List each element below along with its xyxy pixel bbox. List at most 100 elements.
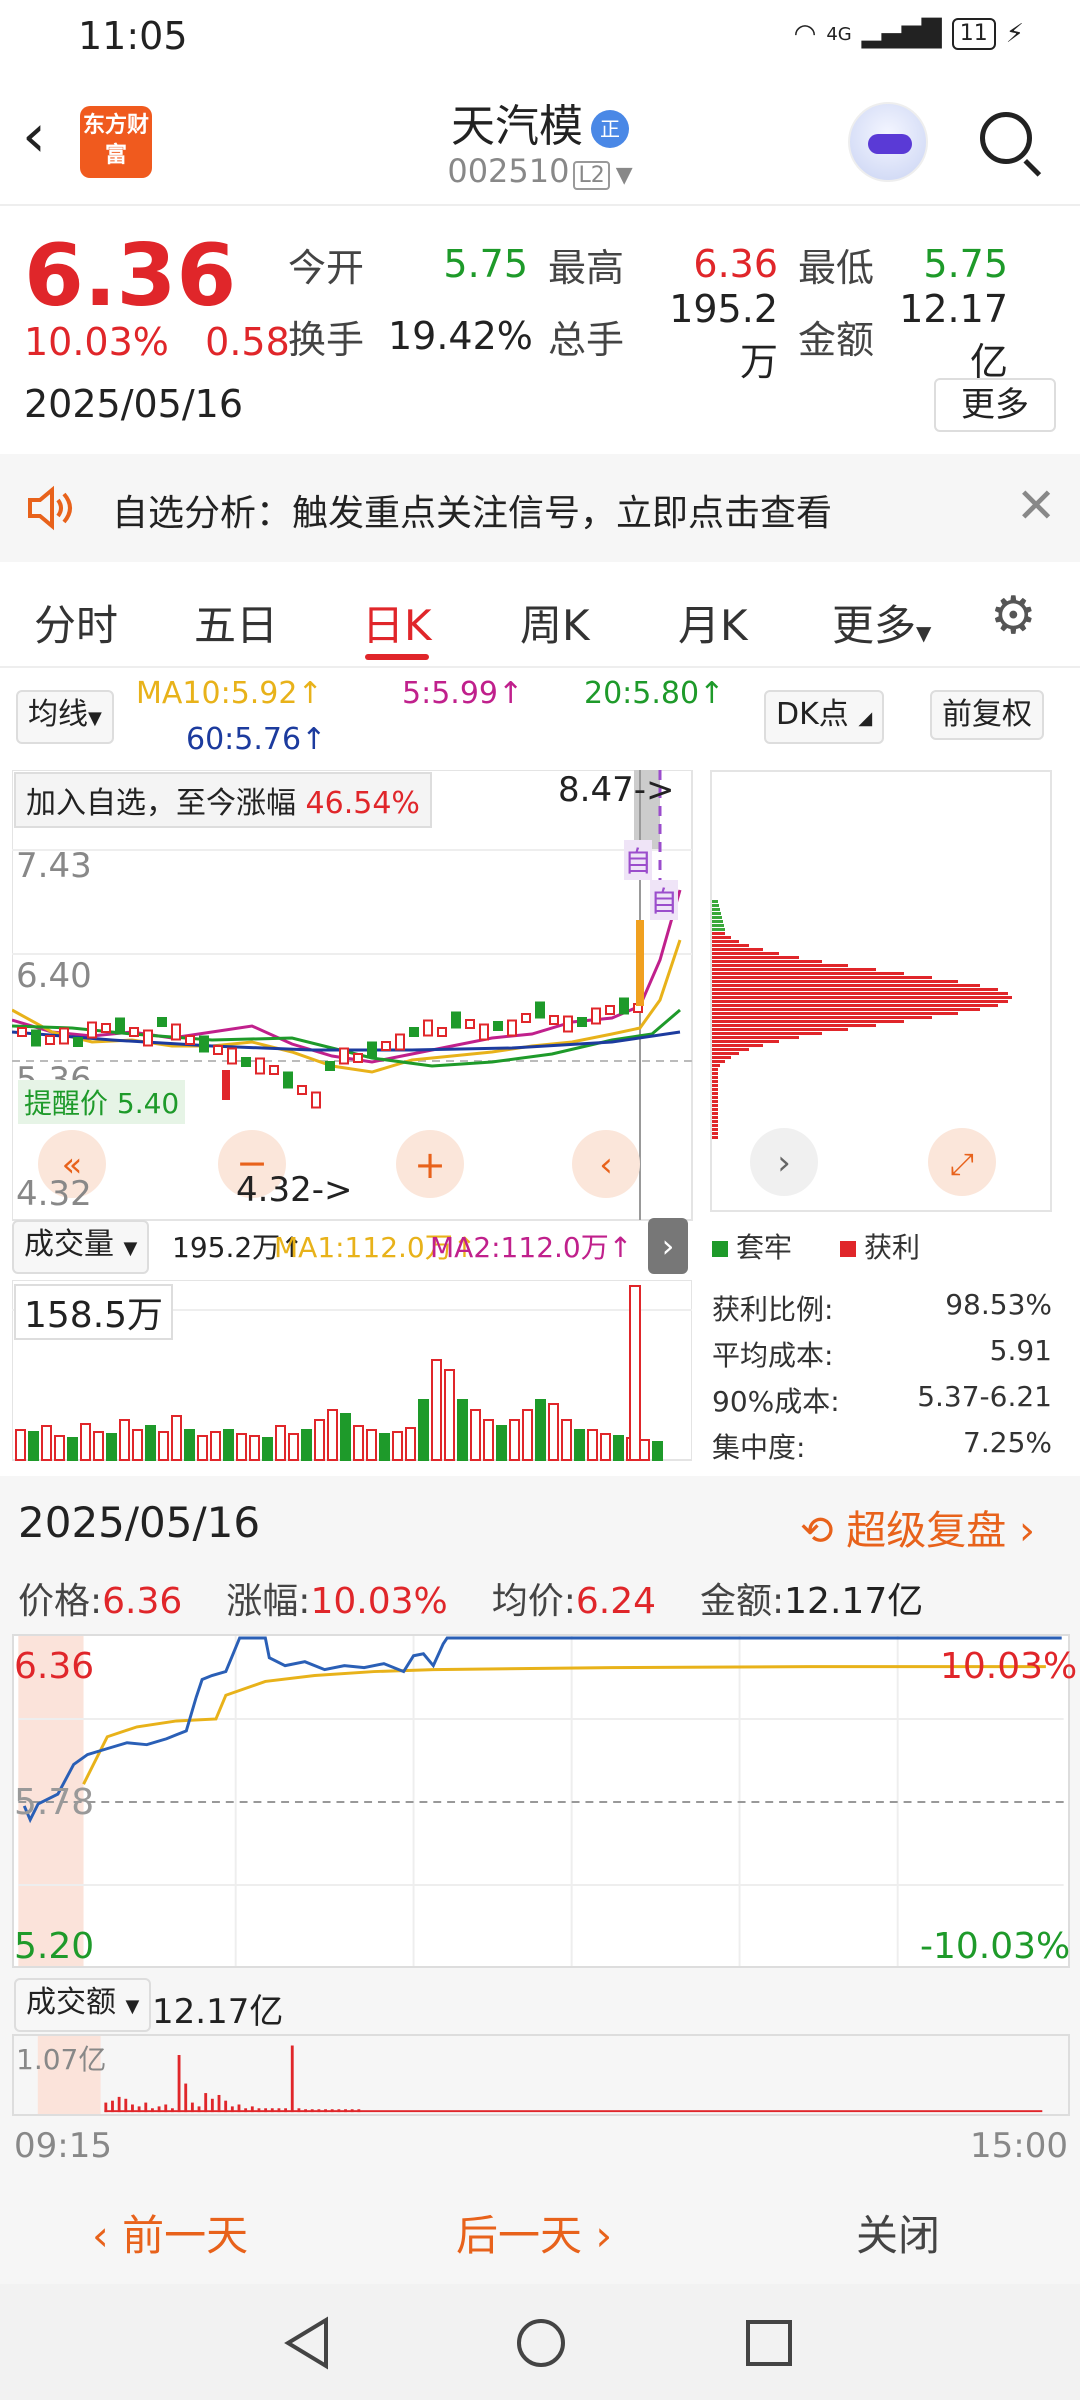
chip-bar bbox=[712, 1104, 718, 1107]
volume-bar bbox=[301, 1429, 312, 1461]
stat-value: 98.53% bbox=[945, 1288, 1052, 1321]
high-label: 最高 bbox=[548, 245, 625, 290]
legend-trap-label: 套牢 bbox=[736, 1231, 793, 1264]
amount-chart[interactable] bbox=[12, 2034, 1070, 2116]
volume-bar bbox=[457, 1399, 468, 1461]
tab-yuek[interactable]: 月K bbox=[678, 592, 748, 653]
intraday-chart[interactable] bbox=[12, 1634, 1070, 1968]
assistant-avatar[interactable] bbox=[848, 102, 928, 182]
ma-selector[interactable]: 均线▼ bbox=[16, 690, 114, 744]
close-icon[interactable]: ✕ bbox=[1016, 478, 1056, 534]
legend-profit-label: 获利 bbox=[864, 1231, 921, 1264]
info-label: 涨幅: bbox=[226, 1581, 311, 1622]
chip-toggle-button[interactable]: › bbox=[648, 1218, 688, 1274]
vol-ma2: MA2:112.0万↑ bbox=[430, 1231, 633, 1264]
info-amount: 金额:12.17亿 bbox=[700, 1572, 923, 1624]
next-day-button[interactable]: 后一天 › bbox=[456, 2202, 612, 2263]
bottom-bar: ‹ 前一天 后一天 › 关闭 bbox=[0, 2176, 1080, 2284]
amount-label: 金额 bbox=[798, 317, 875, 362]
kline-area: 均线▼ MA10:5.92↑ 5:5.99↑ 20:5.80↑ 60:5.76↑… bbox=[0, 670, 1080, 1470]
candle bbox=[269, 1065, 279, 1075]
chip-bar bbox=[712, 1088, 718, 1091]
chip-bar bbox=[712, 924, 724, 927]
candle bbox=[493, 1021, 503, 1031]
tab-underline bbox=[365, 654, 429, 660]
period-tabs: 分时 五日 日K 周K 月K 更多▼ ⚙ bbox=[0, 562, 1080, 668]
chip-bar bbox=[712, 1120, 718, 1123]
volume-bar bbox=[652, 1441, 663, 1461]
notice-bar[interactable]: 自选分析：触发重点关注信号，立即点击查看 ✕ bbox=[0, 454, 1080, 562]
avg-price-line bbox=[82, 1665, 1046, 1785]
amt-selector[interactable]: 成交额 ▼ bbox=[14, 1978, 152, 2032]
system-nav bbox=[0, 2284, 1080, 2400]
quote-grid: 今开 5.75 最高 6.36 最低 5.75 换手 19.42% 总手 195… bbox=[288, 228, 1058, 384]
tab-zhouk[interactable]: 周K bbox=[520, 592, 590, 653]
prev-day-label: 前一天 bbox=[122, 2211, 249, 2260]
more-button[interactable]: 更多 bbox=[934, 378, 1056, 432]
candle bbox=[255, 1057, 265, 1075]
chip-bar bbox=[712, 1116, 718, 1119]
volume-bar bbox=[405, 1427, 416, 1461]
volume-bar bbox=[561, 1419, 572, 1461]
tab-wuri[interactable]: 五日 bbox=[194, 592, 278, 653]
open-label: 今开 bbox=[288, 245, 365, 290]
home-circle-icon[interactable] bbox=[514, 2316, 568, 2370]
chip-bar bbox=[712, 1032, 822, 1035]
chip-chart[interactable]: › ⤢ bbox=[710, 770, 1054, 1214]
chip-bar bbox=[712, 984, 980, 987]
back-triangle-icon[interactable] bbox=[282, 2316, 332, 2370]
ma-selector-label: 均线 bbox=[28, 697, 88, 732]
chip-bar bbox=[712, 944, 749, 947]
added-note-text: 加入自选，至今涨幅 bbox=[26, 786, 296, 821]
amount-bar bbox=[117, 2096, 121, 2113]
added-pct: 46.54% bbox=[305, 786, 420, 821]
chip-bar bbox=[712, 1012, 958, 1015]
candle bbox=[31, 1029, 41, 1047]
volume-bar bbox=[587, 1429, 598, 1461]
volume-bar bbox=[340, 1413, 351, 1461]
time-start: 09:15 bbox=[14, 2126, 112, 2166]
chip-bar bbox=[712, 1100, 718, 1103]
candle bbox=[465, 1019, 475, 1029]
vol-selector[interactable]: 成交量 ▼ bbox=[12, 1220, 150, 1274]
change-row: 10.03% 0.58 bbox=[24, 320, 290, 364]
gear-icon[interactable]: ⚙ bbox=[990, 586, 1037, 646]
volume-bar bbox=[353, 1425, 364, 1461]
dk-button[interactable]: DK点 ◢ bbox=[764, 690, 885, 744]
chip-bar bbox=[712, 1068, 718, 1071]
chip-bar bbox=[712, 988, 998, 991]
super-replay-button[interactable]: ⟲ 超级复盘 › bbox=[800, 1498, 1035, 1556]
recents-square-icon[interactable] bbox=[744, 2318, 794, 2368]
search-icon[interactable] bbox=[980, 112, 1032, 164]
chip-bar bbox=[712, 1052, 739, 1055]
prev-day-button[interactable]: ‹ 前一天 bbox=[92, 2202, 248, 2263]
volume-bar bbox=[28, 1431, 39, 1461]
ma10-label: MA10:5.92↑ bbox=[136, 676, 323, 711]
volume-bar bbox=[522, 1409, 533, 1461]
chip-bar bbox=[712, 1056, 731, 1059]
vol-max: 158.5万 bbox=[14, 1284, 174, 1340]
fq-button[interactable]: 前复权 bbox=[930, 690, 1044, 740]
tab-rik[interactable]: 日K bbox=[362, 592, 432, 653]
volume-bar bbox=[184, 1429, 195, 1461]
close-button[interactable]: 关闭 bbox=[856, 2202, 940, 2263]
volume-bar bbox=[288, 1433, 299, 1461]
tab-more[interactable]: 更多▼ bbox=[832, 592, 931, 653]
volume-bar bbox=[41, 1425, 52, 1461]
intraday-panel: 2025/05/16 ⟲ 超级复盘 › 价格:6.36 涨幅:10.03% 均价… bbox=[0, 1476, 1080, 2176]
candle bbox=[591, 1007, 601, 1025]
chip-bar bbox=[712, 964, 848, 967]
chip-bar bbox=[712, 1016, 932, 1019]
chip-bar bbox=[712, 920, 723, 923]
caret-down-icon: ▼ bbox=[916, 621, 932, 645]
amount-value: 12.17亿 bbox=[899, 286, 1008, 384]
candle bbox=[222, 1070, 230, 1100]
tab-fenshi[interactable]: 分时 bbox=[34, 592, 118, 653]
kline-chart[interactable]: « − + ‹ bbox=[12, 770, 696, 1286]
notice-text: 自选分析：触发重点关注信号，立即点击查看 bbox=[112, 493, 833, 534]
volume-bar bbox=[249, 1435, 260, 1461]
volume-bar bbox=[366, 1429, 377, 1461]
candle bbox=[157, 1017, 167, 1027]
dk-label: DK点 bbox=[776, 697, 849, 732]
candle bbox=[381, 1041, 391, 1051]
